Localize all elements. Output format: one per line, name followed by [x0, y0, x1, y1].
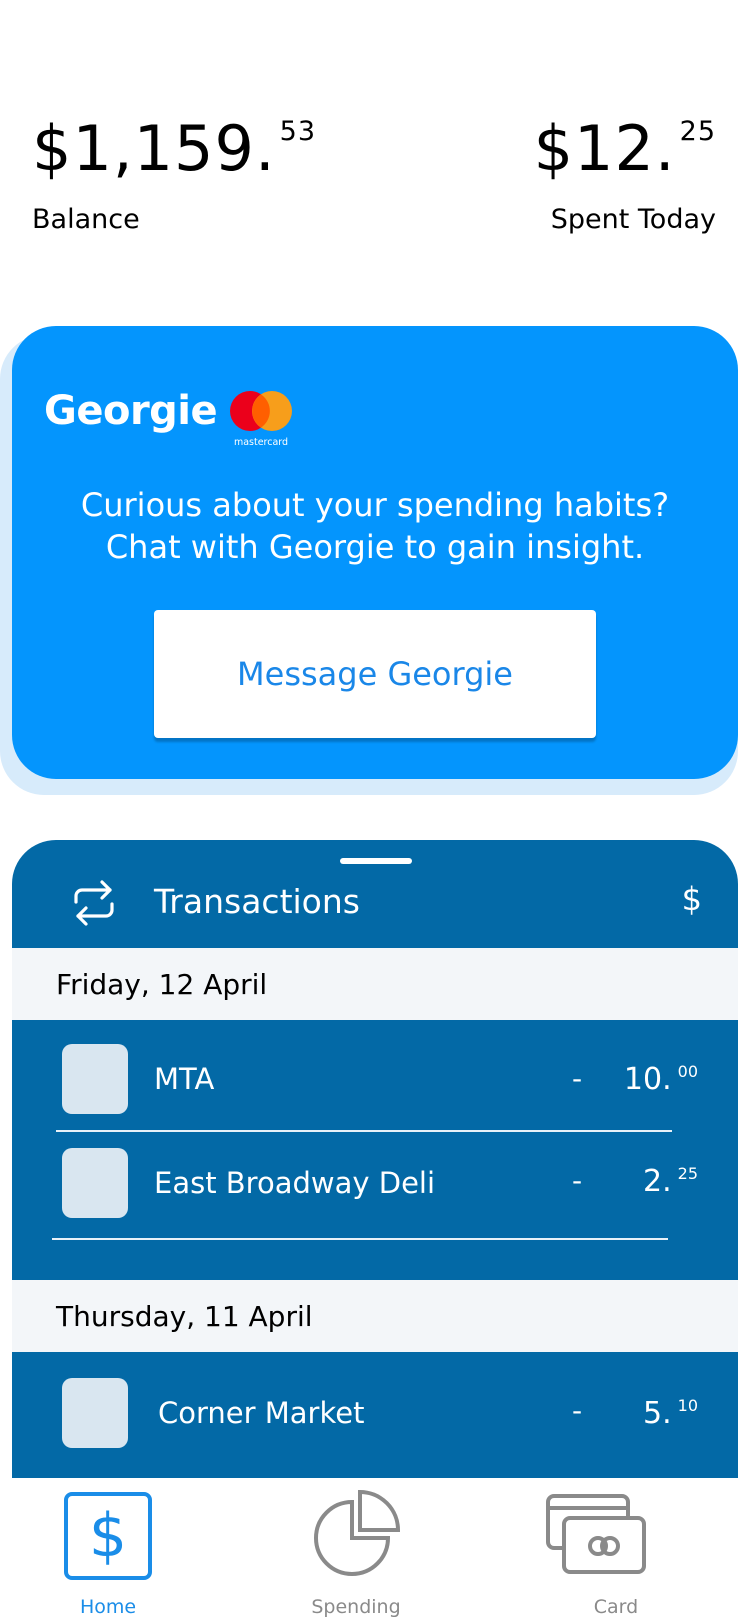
- date-header: Friday, 12 April: [12, 948, 738, 1020]
- transaction-row[interactable]: Corner Market - 5. 10: [12, 1352, 738, 1460]
- dollar-icon: $: [64, 1492, 152, 1580]
- tab-spending-label: Spending: [311, 1596, 401, 1618]
- transaction-amount-main: 2.: [643, 1164, 672, 1199]
- spent-today-amount: $12. 25: [534, 118, 716, 180]
- merchant-name: East Broadway Deli: [154, 1166, 436, 1200]
- transaction-amount-cents: 25: [677, 1164, 698, 1183]
- transaction-amount: 2. 25: [643, 1164, 698, 1199]
- date-header-label: Thursday, 11 April: [56, 1300, 313, 1333]
- tab-home[interactable]: $ Home: [28, 1478, 188, 1624]
- merchant-thumbnail: [62, 1044, 128, 1114]
- spent-today-amount-main: $12.: [533, 112, 676, 185]
- message-georgie-button[interactable]: Message Georgie: [154, 610, 596, 738]
- tab-home-label: Home: [79, 1596, 137, 1618]
- transaction-amount: 5. 10: [643, 1396, 698, 1431]
- merchant-name: Corner Market: [158, 1396, 365, 1430]
- balance-label: Balance: [32, 204, 140, 235]
- transaction-amount-cents: 10: [677, 1396, 698, 1415]
- georgie-promo-card: Georgie mastercard Curious about your sp…: [12, 326, 738, 779]
- tab-spending[interactable]: Spending: [276, 1478, 436, 1624]
- transactions-title: Transactions: [154, 882, 360, 921]
- balance-amount-main: $1,159.: [32, 112, 276, 185]
- merchant-thumbnail: [62, 1378, 128, 1448]
- transaction-row[interactable]: MTA - 10. 00: [12, 1020, 738, 1128]
- swap-arrows-icon[interactable]: [72, 880, 116, 926]
- balance-amount-cents: 53: [279, 116, 317, 147]
- amount-sign: -: [572, 1394, 583, 1427]
- transaction-amount-main: 5.: [643, 1396, 672, 1431]
- row-divider: [52, 1238, 668, 1240]
- merchant-name: MTA: [154, 1062, 215, 1096]
- bottom-tab-bar: $ Home Spending Card: [0, 1478, 750, 1624]
- transactions-sheet: Transactions $ Friday, 12 April MTA - 10…: [12, 840, 738, 1480]
- transaction-amount-main: 10.: [623, 1062, 672, 1097]
- currency-dollar-icon[interactable]: $: [682, 880, 702, 918]
- pie-chart-icon: [314, 1489, 401, 1576]
- amount-sign: -: [572, 1062, 583, 1095]
- merchant-thumbnail: [62, 1148, 128, 1218]
- mastercard-wordmark: mastercard: [234, 437, 288, 448]
- tab-card[interactable]: Card: [536, 1478, 696, 1624]
- cards-icon: [546, 1494, 646, 1574]
- transactions-header: Transactions $: [12, 840, 738, 948]
- account-summary: $1,159. 53 Balance $12. 25 Spent Today: [0, 0, 750, 300]
- transaction-amount-cents: 00: [677, 1062, 698, 1081]
- date-header: Thursday, 11 April: [12, 1280, 738, 1352]
- spent-today-label: Spent Today: [550, 204, 716, 235]
- tab-card-label: Card: [593, 1596, 639, 1618]
- balance-amount: $1,159. 53: [32, 118, 316, 180]
- transaction-row[interactable]: East Broadway Deli - 2. 25: [12, 1128, 738, 1236]
- promo-message-line-2: Chat with Georgie to gain insight.: [105, 528, 645, 566]
- date-header-label: Friday, 12 April: [56, 968, 268, 1001]
- amount-sign: -: [572, 1164, 583, 1197]
- promo-message-line-1: Curious about your spending habits?: [80, 486, 670, 524]
- mastercard-logo-icon: mastercard: [230, 391, 292, 448]
- transaction-amount: 10. 00: [624, 1062, 698, 1097]
- georgie-logo: Georgie: [44, 388, 218, 434]
- promo-message: Curious about your spending habits? Chat…: [12, 484, 738, 568]
- spent-today-amount-cents: 25: [679, 116, 716, 147]
